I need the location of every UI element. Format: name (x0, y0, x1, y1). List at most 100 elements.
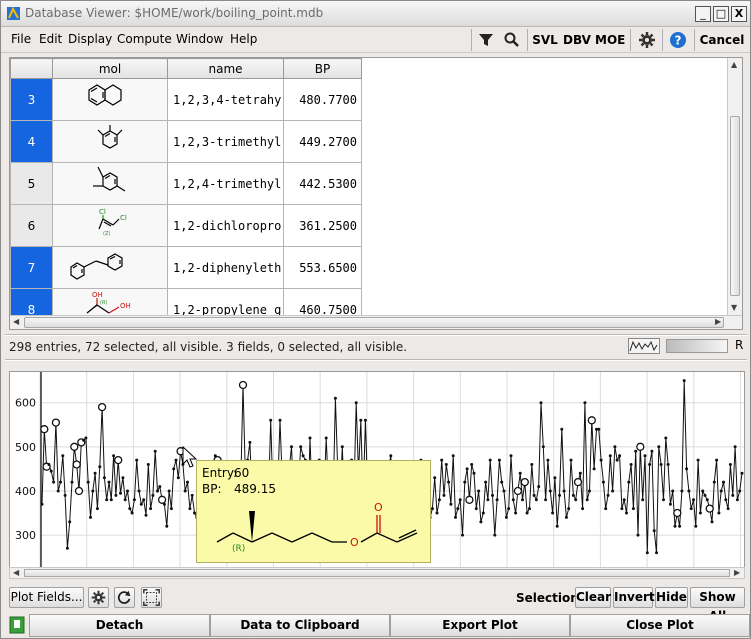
data-point[interactable] (477, 489, 481, 493)
data-point[interactable] (437, 498, 441, 502)
data-point[interactable] (47, 463, 51, 466)
moe-button[interactable]: MOE (595, 30, 625, 50)
bp-cell[interactable]: 553.6500 (283, 246, 362, 289)
data-point[interactable] (442, 493, 446, 497)
data-point[interactable] (363, 418, 367, 422)
data-point[interactable] (738, 489, 742, 493)
data-point[interactable] (59, 480, 62, 484)
menu-file[interactable]: File (11, 32, 31, 46)
data-point[interactable] (188, 507, 192, 511)
data-point[interactable] (608, 454, 612, 458)
data-point[interactable] (167, 489, 171, 493)
export-plot-button[interactable]: Export Plot (390, 614, 570, 637)
maximize-button[interactable]: □ (713, 6, 729, 22)
scroll-down-icon[interactable]: ▼ (731, 303, 737, 312)
minimize-button[interactable]: _ (695, 6, 711, 22)
data-point[interactable] (620, 507, 624, 511)
invert-button[interactable]: Invert (613, 587, 655, 608)
menu-edit[interactable]: Edit (39, 32, 62, 46)
data-point[interactable] (84, 436, 88, 440)
data-point[interactable] (470, 463, 474, 466)
data-point[interactable] (52, 480, 56, 484)
data-point-selected[interactable] (513, 486, 523, 496)
data-point[interactable] (532, 493, 536, 497)
data-point[interactable] (507, 507, 511, 511)
data-point[interactable] (511, 498, 515, 502)
data-point[interactable] (599, 458, 603, 462)
data-point[interactable] (493, 533, 497, 537)
data-point[interactable] (588, 489, 591, 493)
data-point[interactable] (174, 458, 178, 462)
dbv-button[interactable]: DBV (562, 30, 592, 50)
data-point[interactable] (541, 445, 545, 449)
bp-cell[interactable]: 449.2700 (283, 120, 362, 163)
data-point[interactable] (299, 445, 303, 449)
data-point[interactable] (655, 551, 658, 555)
menu-compute[interactable]: Compute (117, 32, 172, 46)
data-point[interactable] (571, 493, 575, 497)
data-point[interactable] (735, 498, 739, 502)
table-row[interactable]: 5 1,2,4-trimethyl 442.5300 (10, 162, 362, 205)
data-point[interactable] (447, 480, 451, 484)
data-point[interactable] (537, 485, 541, 489)
data-point[interactable] (93, 471, 97, 475)
r-button[interactable]: R (735, 338, 743, 352)
data-point[interactable] (514, 511, 518, 515)
column-header-name[interactable]: name (167, 58, 284, 79)
data-point[interactable] (625, 511, 628, 515)
data-point[interactable] (544, 498, 548, 502)
table-vertical-scrollbar[interactable]: ▲ ▼ (727, 58, 742, 316)
data-point[interactable] (102, 476, 106, 480)
data-point[interactable] (534, 498, 538, 502)
data-point[interactable] (671, 489, 675, 493)
data-point[interactable] (722, 480, 725, 484)
data-point[interactable] (290, 445, 293, 449)
data-point[interactable] (121, 476, 125, 480)
zoom-slider[interactable] (666, 339, 728, 353)
data-point[interactable] (433, 476, 437, 480)
gear-icon[interactable] (638, 30, 656, 50)
data-point[interactable] (98, 465, 102, 469)
data-point[interactable] (546, 458, 550, 462)
plot-hscroll-thumb[interactable] (24, 569, 730, 577)
data-point[interactable] (435, 511, 439, 515)
data-point[interactable] (710, 520, 714, 524)
data-point[interactable] (454, 515, 457, 519)
data-point[interactable] (128, 507, 132, 511)
name-cell[interactable]: 1,2-diphenyleth (167, 246, 284, 289)
data-point[interactable] (165, 524, 169, 528)
data-point[interactable] (139, 502, 143, 506)
data-point-selected[interactable] (520, 477, 529, 487)
data-point[interactable] (648, 463, 652, 466)
data-point[interactable] (123, 498, 127, 502)
clear-button[interactable]: Clear (575, 587, 611, 608)
menu-display[interactable]: Display (68, 32, 112, 46)
table-hscroll-thumb[interactable] (24, 317, 724, 328)
data-point[interactable] (687, 489, 691, 493)
data-point[interactable] (689, 507, 693, 511)
data-point[interactable] (641, 498, 645, 502)
data-point-selected[interactable] (636, 442, 645, 451)
data-point[interactable] (153, 449, 157, 453)
data-point[interactable] (486, 498, 490, 502)
data-point[interactable] (461, 533, 464, 537)
row-index[interactable]: 7 (10, 246, 53, 289)
data-point[interactable] (724, 498, 728, 502)
data-point[interactable] (82, 438, 86, 442)
bp-cell[interactable]: 480.7700 (283, 78, 362, 121)
data-point[interactable] (472, 471, 476, 475)
data-point[interactable] (146, 463, 150, 466)
data-point[interactable] (705, 498, 709, 502)
data-point[interactable] (629, 463, 633, 466)
data-point[interactable] (465, 467, 469, 471)
data-point[interactable] (657, 445, 661, 449)
column-header-bp[interactable]: BP (283, 58, 362, 79)
data-point[interactable] (474, 507, 478, 511)
histogram-icon[interactable] (628, 338, 660, 354)
mol-cell[interactable] (52, 162, 168, 205)
data-point[interactable] (604, 507, 608, 511)
data-point[interactable] (539, 401, 543, 405)
data-point[interactable] (726, 507, 730, 511)
cancel-button[interactable]: Cancel (698, 30, 746, 50)
data-point[interactable] (615, 458, 619, 462)
